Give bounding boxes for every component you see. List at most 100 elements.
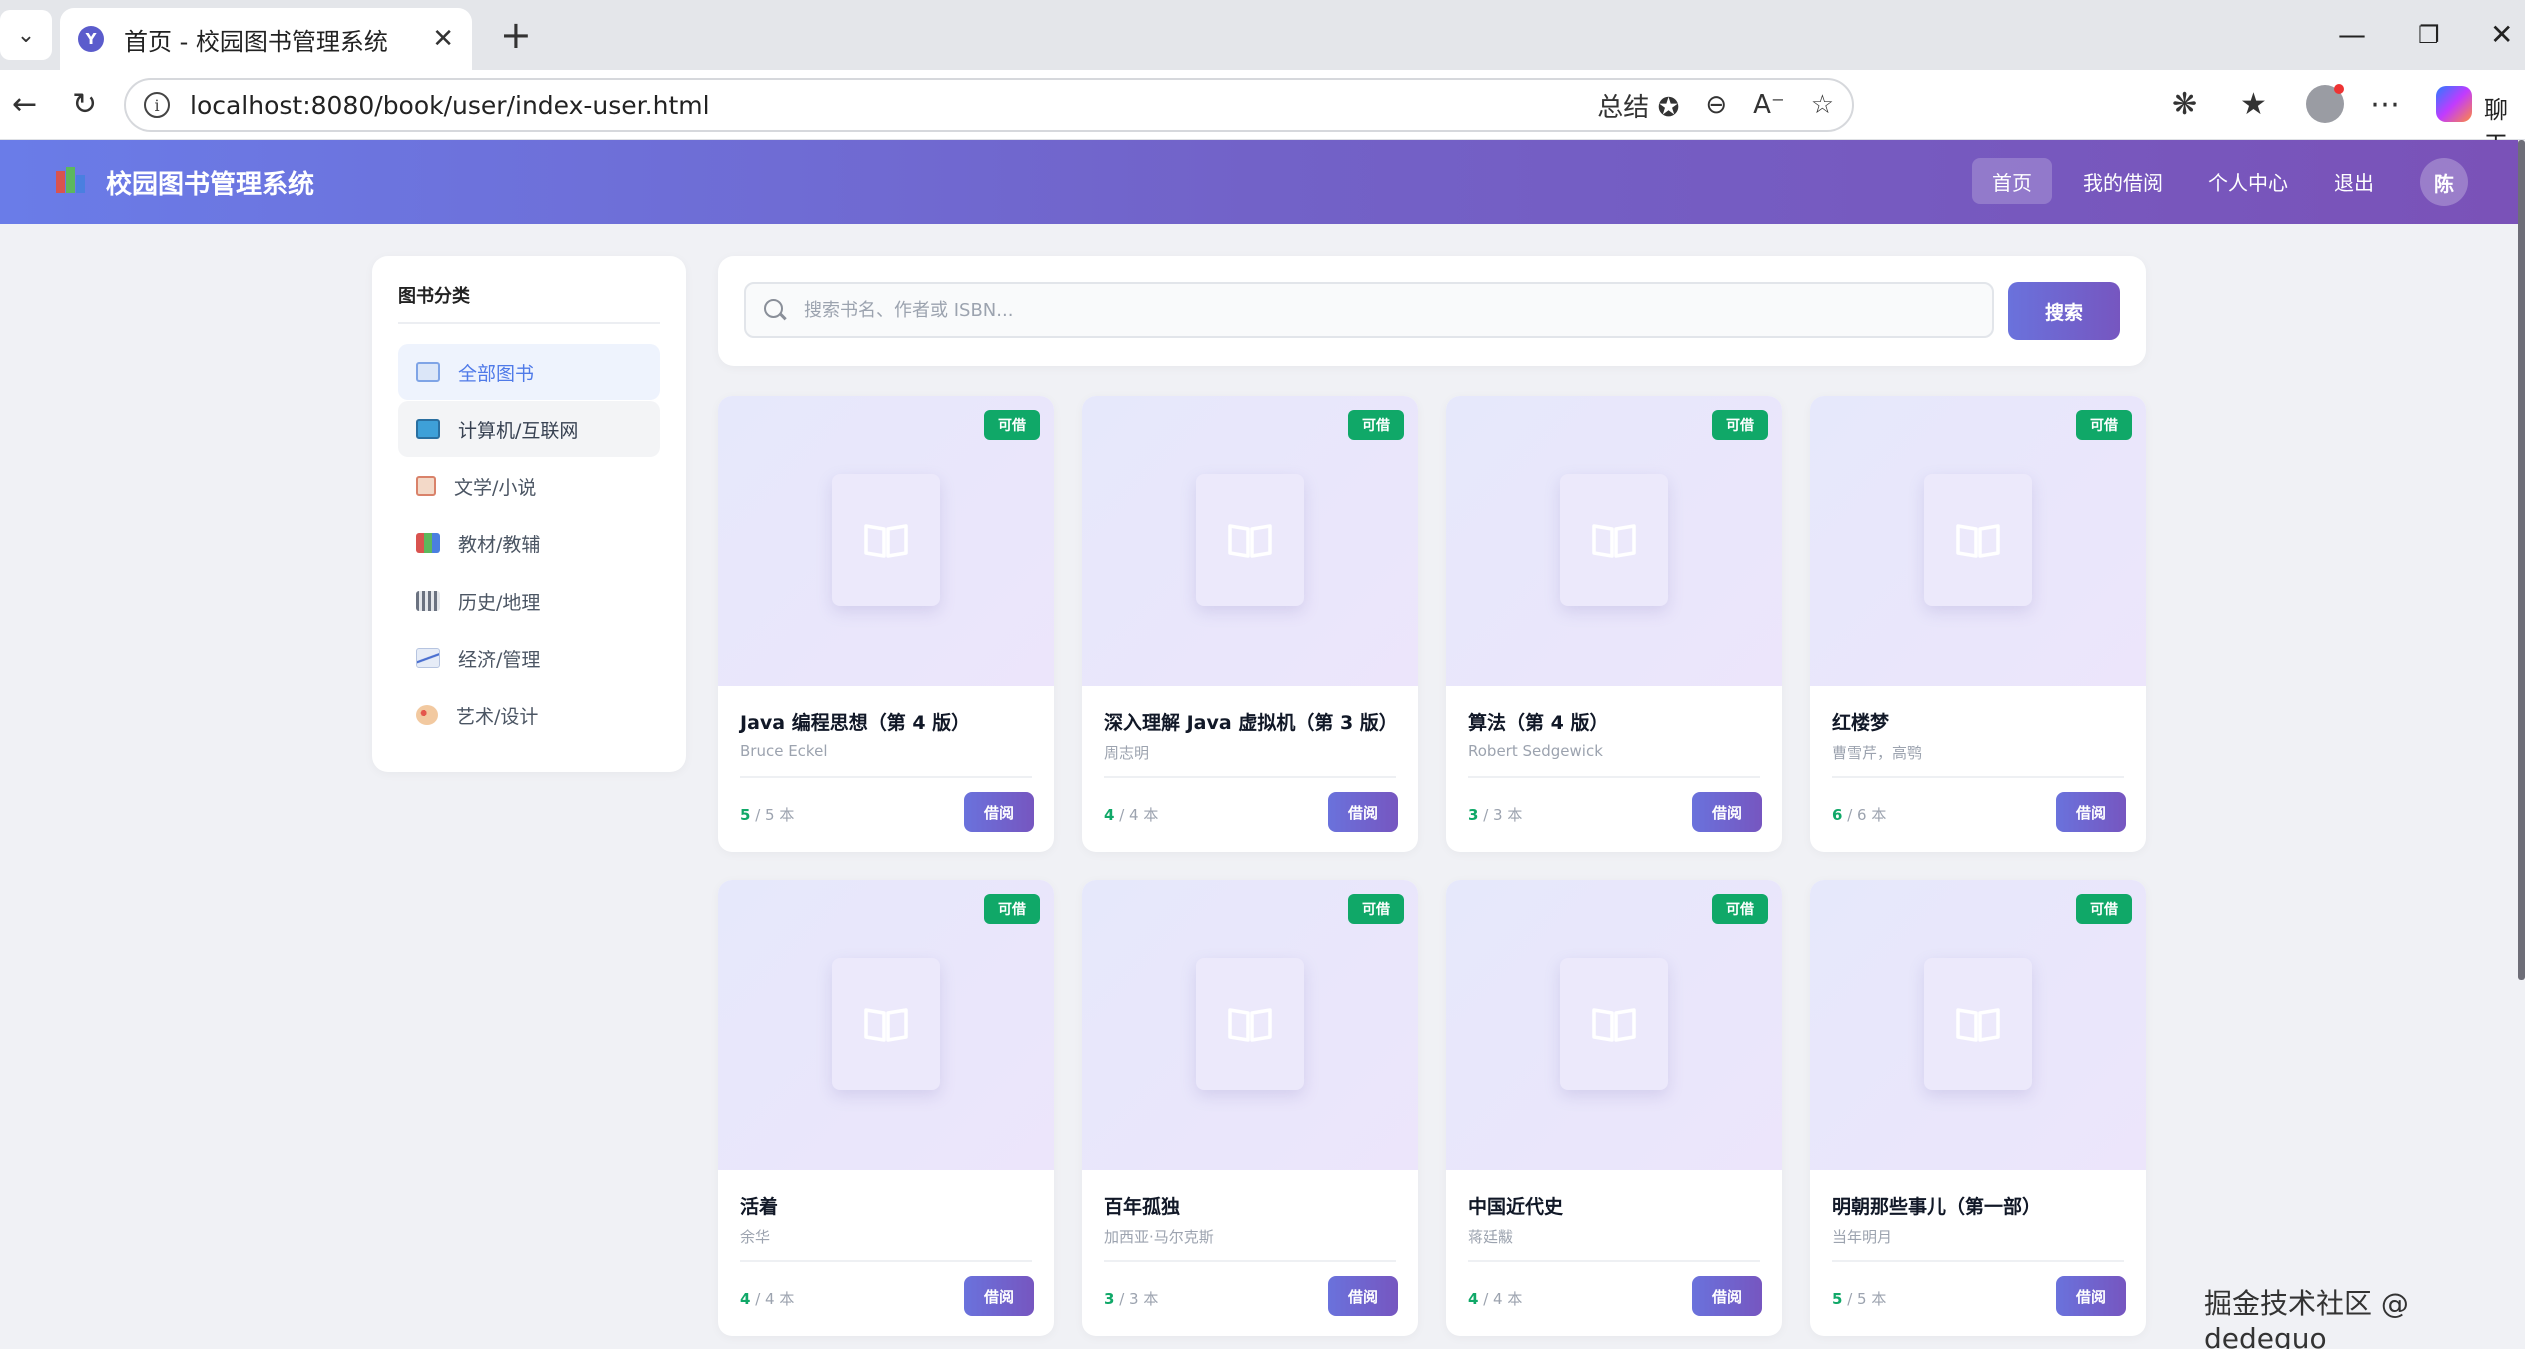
sidebar-item-textbooks[interactable]: 教材/教辅: [398, 515, 660, 571]
status-badge: 可借: [984, 894, 1040, 924]
book-card[interactable]: 可借 算法（第 4 版） Robert Sedgewick 3 / 3 本 借阅: [1446, 396, 1782, 852]
book-cover[interactable]: 可借: [1446, 396, 1782, 686]
status-badge: 可借: [1712, 410, 1768, 440]
sidebar-item-label: 历史/地理: [458, 591, 541, 614]
nav-logout[interactable]: 退出: [2314, 158, 2394, 204]
book-title[interactable]: 中国近代史: [1468, 1192, 1563, 1219]
total-count: / 3 本: [1119, 1290, 1159, 1308]
sidebar-item-history[interactable]: 历史/地理: [398, 573, 660, 629]
nav-my-borrowings[interactable]: 我的借阅: [2063, 158, 2183, 204]
book-cover[interactable]: 可借: [1810, 396, 2146, 686]
sidebar-item-label: 教材/教辅: [458, 533, 541, 556]
book-card[interactable]: 可借 Java 编程思想（第 4 版） Bruce Eckel 5 / 5 本 …: [718, 396, 1054, 852]
browser-tab[interactable]: Y 首页 - 校园图书管理系统 ✕: [60, 8, 472, 70]
summarize-icon: ✪: [1657, 92, 1680, 123]
borrow-button[interactable]: 借阅: [1692, 792, 1762, 832]
book-title[interactable]: 百年孤独: [1104, 1192, 1180, 1219]
close-tab-icon[interactable]: ✕: [432, 24, 454, 54]
new-tab-icon[interactable]: +: [500, 16, 532, 54]
back-icon[interactable]: ←: [12, 86, 37, 124]
palette-icon: [416, 705, 438, 725]
sidebar-item-economics[interactable]: 经济/管理: [398, 630, 660, 686]
book-cover[interactable]: 可借: [1082, 396, 1418, 686]
book-card[interactable]: 可借 活着 余华 4 / 4 本 借阅: [718, 880, 1054, 1336]
nav-profile[interactable]: 个人中心: [2188, 158, 2308, 204]
restore-icon[interactable]: ❐: [2418, 16, 2440, 54]
sidebar-item-literature[interactable]: 文学/小说: [398, 458, 660, 514]
book-cover[interactable]: 可借: [718, 880, 1054, 1170]
book-title[interactable]: 算法（第 4 版）: [1468, 708, 1608, 735]
available-count: 3: [1468, 806, 1479, 824]
open-book-icon: [1228, 1008, 1272, 1042]
total-count: / 5 本: [755, 806, 795, 824]
divider: [740, 1260, 1032, 1262]
search-input[interactable]: [804, 299, 1954, 321]
book-title[interactable]: Java 编程思想（第 4 版）: [740, 708, 970, 735]
sidebar-item-art[interactable]: 艺术/设计: [398, 687, 660, 743]
sidebar-item-label: 计算机/互联网: [458, 419, 579, 442]
search-button[interactable]: 搜索: [2008, 282, 2120, 340]
borrow-button[interactable]: 借阅: [1692, 1276, 1762, 1316]
book-placeholder-image: [1560, 958, 1668, 1090]
borrow-button[interactable]: 借阅: [2056, 792, 2126, 832]
close-window-icon[interactable]: ✕: [2490, 16, 2513, 54]
zoom-out-icon[interactable]: ⊖: [1705, 90, 1727, 120]
book-cover[interactable]: 可借: [1082, 880, 1418, 1170]
book-placeholder-image: [832, 474, 940, 606]
more-options-icon[interactable]: ⋯: [2370, 86, 2400, 124]
extensions-icon[interactable]: ❋: [2172, 86, 2197, 124]
refresh-icon[interactable]: ↻: [72, 86, 97, 124]
nav-home[interactable]: 首页: [1972, 158, 2052, 204]
divider: [1468, 776, 1760, 778]
sidebar-item-all-books[interactable]: 全部图书: [398, 344, 660, 400]
scrollbar-thumb[interactable]: [2518, 140, 2525, 980]
classical-building-icon: [416, 591, 440, 611]
book-placeholder-image: [1196, 474, 1304, 606]
borrow-button[interactable]: 借阅: [1328, 792, 1398, 832]
open-book-icon: [416, 362, 440, 382]
site-info-icon[interactable]: i: [144, 92, 170, 118]
borrow-button[interactable]: 借阅: [964, 792, 1034, 832]
chart-icon: [416, 648, 440, 668]
copilot-icon[interactable]: [2436, 86, 2472, 122]
book-author: 余华: [740, 1228, 771, 1246]
borrow-button[interactable]: 借阅: [2056, 1276, 2126, 1316]
favorites-icon[interactable]: ★: [2240, 86, 2267, 124]
search-field[interactable]: [744, 282, 1994, 338]
book-title[interactable]: 明朝那些事儿（第一部）: [1832, 1192, 2041, 1219]
divider: [398, 322, 660, 324]
memo-icon: [416, 476, 436, 496]
book-cover[interactable]: 可借: [1810, 880, 2146, 1170]
book-cover[interactable]: 可借: [718, 396, 1054, 686]
available-count: 4: [740, 1290, 751, 1308]
minimize-icon[interactable]: —: [2338, 16, 2366, 54]
book-card[interactable]: 可借 明朝那些事儿（第一部） 当年明月 5 / 5 本 借阅: [1810, 880, 2146, 1336]
user-avatar[interactable]: 陈: [2420, 158, 2468, 206]
favorite-star-icon[interactable]: ☆: [1811, 90, 1834, 120]
book-card[interactable]: 可借 红楼梦 曹雪芹，高鹗 6 / 6 本 借阅: [1810, 396, 2146, 852]
open-book-icon: [1592, 1008, 1636, 1042]
read-aloud-icon[interactable]: A⁻: [1753, 90, 1785, 120]
book-grid: 可借 Java 编程思想（第 4 版） Bruce Eckel 5 / 5 本 …: [718, 396, 2146, 1336]
summarize-button[interactable]: 总结 ✪: [1597, 87, 1679, 124]
borrow-button[interactable]: 借阅: [964, 1276, 1034, 1316]
book-cover[interactable]: 可借: [1446, 880, 1782, 1170]
divider: [1104, 776, 1396, 778]
status-badge: 可借: [2076, 410, 2132, 440]
book-placeholder-image: [1924, 958, 2032, 1090]
book-title[interactable]: 红楼梦: [1832, 708, 1889, 735]
book-title[interactable]: 活着: [740, 1192, 778, 1219]
url-text[interactable]: localhost:8080/book/user/index-user.html: [190, 91, 1597, 120]
tab-list-dropdown[interactable]: ⌄: [0, 10, 52, 60]
open-book-icon: [864, 524, 908, 558]
status-badge: 可借: [1348, 410, 1404, 440]
sidebar-item-computer[interactable]: 计算机/互联网: [398, 401, 660, 457]
book-card[interactable]: 可借 中国近代史 蒋廷黻 4 / 4 本 借阅: [1446, 880, 1782, 1336]
book-card[interactable]: 可借 深入理解 Java 虚拟机（第 3 版） 周志明 4 / 4 本 借阅: [1082, 396, 1418, 852]
borrow-button[interactable]: 借阅: [1328, 1276, 1398, 1316]
address-bar[interactable]: i localhost:8080/book/user/index-user.ht…: [124, 78, 1854, 132]
sidebar-title: 图书分类: [398, 286, 470, 307]
book-card[interactable]: 可借 百年孤独 加西亚·马尔克斯 3 / 3 本 借阅: [1082, 880, 1418, 1336]
book-title[interactable]: 深入理解 Java 虚拟机（第 3 版）: [1104, 708, 1398, 735]
book-author: 当年明月: [1832, 1228, 1893, 1246]
